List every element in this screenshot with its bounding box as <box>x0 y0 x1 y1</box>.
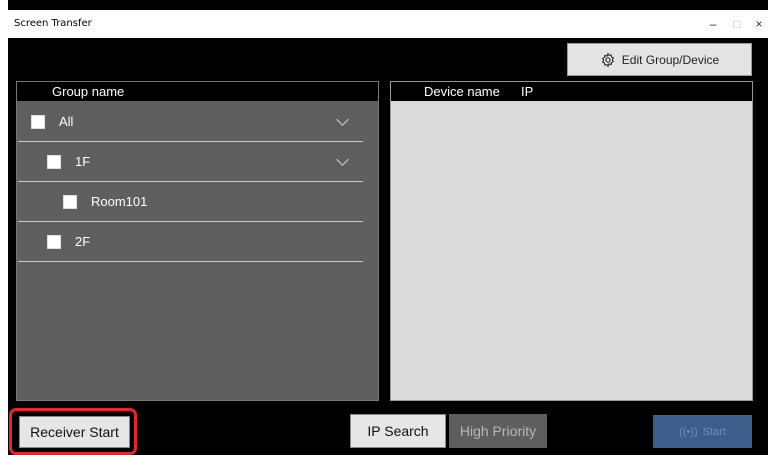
tree-item-label: All <box>59 114 74 129</box>
ip-search-button[interactable]: IP Search <box>350 414 446 448</box>
title-bar: Screen Transfer – □ × <box>8 10 768 38</box>
edit-group-device-label: Edit Group/Device <box>621 52 720 67</box>
broadcast-icon: ((•)) <box>679 425 698 438</box>
checkbox-1f[interactable] <box>47 154 61 169</box>
edit-group-device-button[interactable]: Edit Group/Device <box>567 43 752 76</box>
device-name-column-header: Device name <box>424 84 500 99</box>
group-list-panel: Group name All 1F Room101 2F <box>16 81 379 401</box>
tree-item-label: 1F <box>75 154 91 169</box>
device-list-header: Device name IP <box>391 82 752 101</box>
tree-item-1f[interactable]: 1F <box>18 142 363 182</box>
receiver-start-button[interactable]: Receiver Start <box>19 416 130 448</box>
tree-item-room101[interactable]: Room101 <box>18 182 363 222</box>
ip-column-header: IP <box>521 84 534 99</box>
close-button[interactable]: × <box>746 14 768 34</box>
checkbox-room101[interactable] <box>63 194 77 209</box>
tree-item-label: 2F <box>75 234 91 249</box>
window-title: Screen Transfer <box>14 18 92 29</box>
group-list-header: Group name <box>17 82 378 101</box>
checkbox-all[interactable] <box>31 114 45 129</box>
gear-icon <box>601 52 614 67</box>
group-name-column-header: Group name <box>52 84 125 99</box>
tree-item-label: Room101 <box>91 194 148 209</box>
start-label: Start <box>702 425 726 438</box>
checkbox-2f[interactable] <box>47 234 61 249</box>
device-list-panel: Device name IP <box>390 81 753 401</box>
start-button[interactable]: ((•)) Start <box>653 415 752 448</box>
minimize-button[interactable]: – <box>700 14 726 34</box>
tree-item-2f[interactable]: 2F <box>18 222 363 262</box>
chevron-down-icon[interactable] <box>336 113 349 126</box>
high-priority-button[interactable]: High Priority <box>449 414 547 448</box>
tree-item-all[interactable]: All <box>18 102 363 142</box>
chevron-down-icon[interactable] <box>336 153 349 166</box>
